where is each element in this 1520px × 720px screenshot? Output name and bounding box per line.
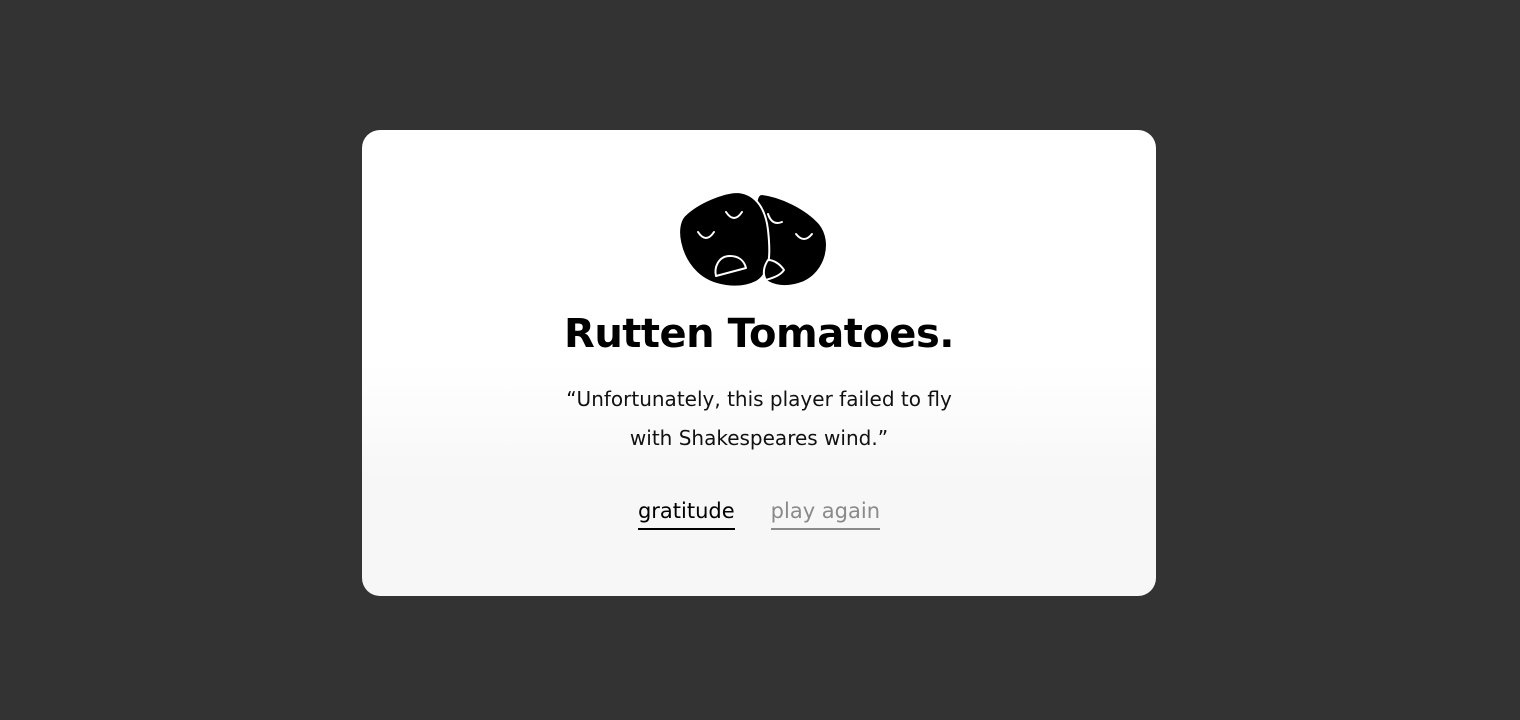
critic-quote-line-1: “Unfortunately, this player failed to fl… xyxy=(566,387,952,411)
theater-masks-sad-icon xyxy=(678,190,828,288)
critic-quote-line-2: with Shakespeares wind.” xyxy=(629,426,889,450)
play-again-link[interactable]: play again xyxy=(770,496,881,530)
gratitude-link[interactable]: gratitude xyxy=(637,496,735,530)
result-title: Rutten Tomatoes. xyxy=(564,311,954,357)
result-dialog: Rutten Tomatoes. “Unfortunately, this pl… xyxy=(362,130,1156,596)
dialog-actions: gratitude play again xyxy=(362,496,1156,530)
critic-quote: “Unfortunately, this player failed to fl… xyxy=(362,380,1156,458)
modal-backdrop: Rutten Tomatoes. “Unfortunately, this pl… xyxy=(0,0,1520,720)
